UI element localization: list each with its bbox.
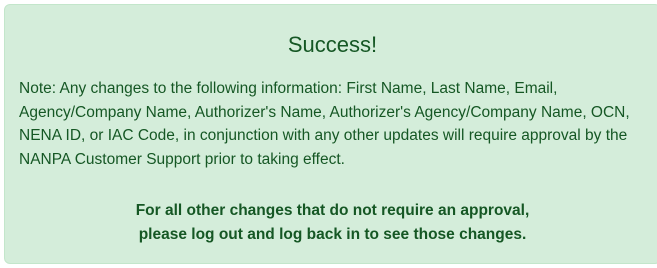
alert-note: Note: Any changes to the following infor…	[19, 80, 630, 168]
success-alert: Success! Note: Any changes to the follow…	[4, 4, 657, 264]
alert-footer: For all other changes that do not requir…	[5, 199, 657, 247]
alert-title: Success!	[287, 32, 378, 57]
alert-footer-line-1: For all other changes that do not requir…	[135, 202, 530, 219]
alert-footer-line-2: please log out and log back in to see th…	[138, 226, 527, 243]
